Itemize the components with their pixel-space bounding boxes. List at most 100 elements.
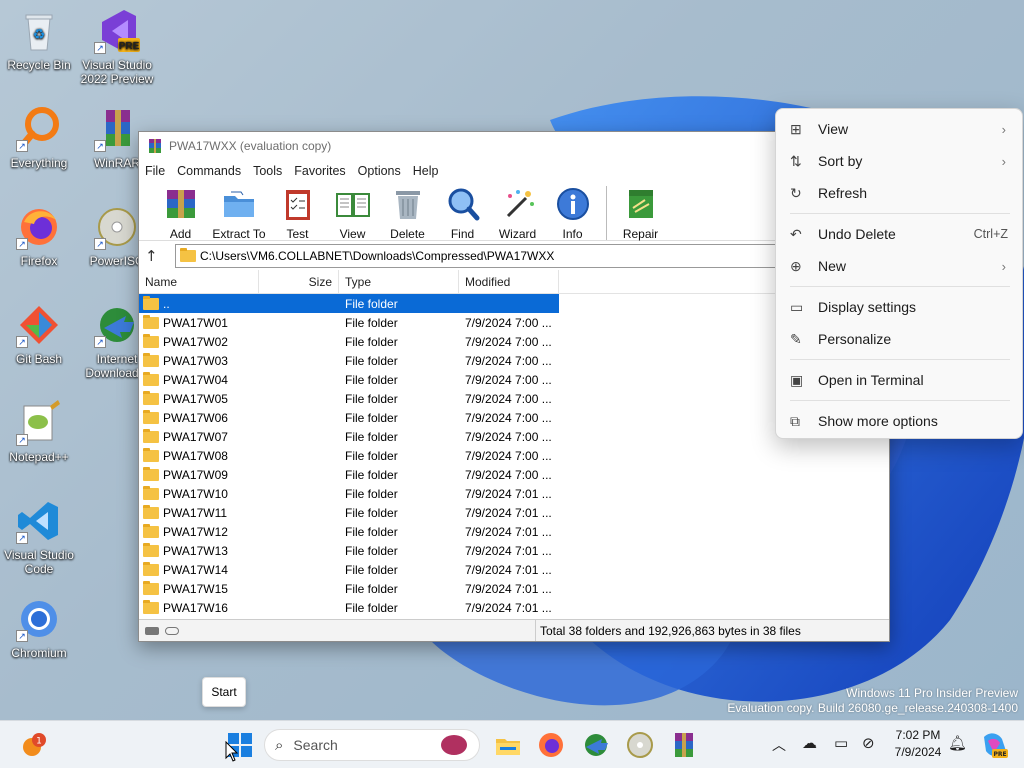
row-type: File folder [345, 334, 398, 349]
row-type: File folder [345, 372, 398, 387]
menu-item-show-more-options[interactable]: ⧉ Show more options [780, 406, 1020, 436]
show-hidden-icons-chevron[interactable]: ︿ [772, 735, 786, 755]
file-row[interactable]: PWA17W13 File folder 7/9/2024 7:01 ... [139, 541, 889, 560]
desktop-icon-visual-studio-preview[interactable]: PRE ↗ Visual Studio 2022 Preview [79, 8, 155, 86]
column-name[interactable]: Name [139, 269, 259, 294]
taskbar-winrar[interactable] [670, 731, 698, 759]
view-button[interactable]: View [325, 186, 380, 241]
row-modified: 7/9/2024 7:00 ... [465, 448, 552, 463]
winrar-app-icon [149, 139, 161, 153]
taskbar-firefox[interactable] [537, 731, 565, 759]
menu-commands[interactable]: Commands [171, 164, 247, 178]
magnifier-icon [448, 188, 479, 221]
folder-icon [143, 466, 159, 481]
poweriso-icon [627, 732, 653, 758]
row-modified: 7/9/2024 7:00 ... [465, 334, 552, 349]
file-row[interactable]: PWA17W11 File folder 7/9/2024 7:01 ... [139, 503, 889, 522]
desktop-icon-notepad-plus-plus[interactable]: ↗ Notepad++ [1, 400, 77, 464]
file-row[interactable]: PWA17W09 File folder 7/9/2024 7:00 ... [139, 465, 889, 484]
pen-icon: ✎ [790, 330, 802, 347]
menu-separator [790, 213, 1010, 214]
menu-item-new[interactable]: ⊕ New › [780, 251, 1020, 281]
file-row[interactable]: PWA17W15 File folder 7/9/2024 7:01 ... [139, 579, 889, 598]
desktop-icon-vscode[interactable]: ↗ Visual Studio Code [1, 498, 77, 576]
row-type: File folder [345, 543, 398, 558]
desktop-icon-everything[interactable]: ↗ Everything [1, 106, 77, 170]
row-name: .. [163, 296, 170, 311]
test-button[interactable]: Test [270, 186, 325, 241]
column-type[interactable]: Type [339, 269, 459, 294]
file-row[interactable]: PWA17W12 File folder 7/9/2024 7:01 ... [139, 522, 889, 541]
menu-item-display-settings[interactable]: ▭ Display settings [780, 292, 1020, 322]
network-icon[interactable]: ☁ [802, 734, 817, 752]
parent-folder-row[interactable]: .. File folder [139, 294, 559, 313]
row-type: File folder [345, 353, 398, 368]
column-modified[interactable]: Modified [459, 269, 559, 294]
menu-help[interactable]: Help [407, 164, 445, 178]
taskbar-clock[interactable]: 7:02 PM 7/9/2024 [888, 727, 948, 761]
notification-bell-icon[interactable]: 🔔︎ [948, 734, 967, 752]
row-modified: 7/9/2024 7:00 ... [465, 372, 552, 387]
extract-folder-icon [224, 191, 254, 217]
extract-to-button[interactable]: Extract To [208, 186, 270, 241]
svg-text:PRE: PRE [993, 751, 1006, 758]
folder-icon [143, 314, 159, 329]
row-name: PWA17W06 [163, 410, 228, 425]
menu-item-view[interactable]: ⊞ View › [780, 114, 1020, 144]
taskbar-idm[interactable] [582, 731, 610, 759]
add-button[interactable]: Add [153, 186, 208, 241]
weather-icon: 1 [23, 733, 46, 756]
file-row[interactable]: PWA17W08 File folder 7/9/2024 7:00 ... [139, 446, 889, 465]
row-modified: 7/9/2024 7:01 ... [465, 505, 552, 520]
file-row[interactable]: PWA17W16 File folder 7/9/2024 7:01 ... [139, 598, 889, 617]
file-row[interactable]: PWA17W10 File folder 7/9/2024 7:01 ... [139, 484, 889, 503]
display-tray-icon[interactable]: ▭ [834, 734, 848, 752]
shortcut-label: Ctrl+Z [973, 227, 1008, 241]
row-name: PWA17W16 [163, 600, 228, 615]
taskbar-poweriso[interactable] [626, 731, 654, 759]
menu-tools[interactable]: Tools [247, 164, 288, 178]
taskbar-file-explorer[interactable] [494, 731, 522, 759]
menu-item-sort-by[interactable]: ⇅ Sort by › [780, 146, 1020, 176]
git-bash-icon: ↗ [16, 302, 62, 348]
display-icon: ▭ [790, 298, 804, 315]
desktop-icon-git-bash[interactable]: ↗ Git Bash [1, 302, 77, 366]
row-name: PWA17W05 [163, 391, 228, 406]
menu-item-personalize[interactable]: ✎ Personalize [780, 324, 1020, 354]
menu-item-refresh[interactable]: ↻ Refresh [780, 178, 1020, 208]
menu-item-undo-delete[interactable]: ↶ Undo Delete Ctrl+Z [780, 219, 1020, 249]
status-text: Total 38 folders and 192,926,863 bytes i… [540, 623, 801, 638]
folder-icon [143, 333, 159, 348]
find-button[interactable]: Find [435, 186, 490, 241]
power-tray-icon[interactable]: ⊘ [862, 734, 875, 752]
folder-icon [143, 599, 159, 614]
repair-button[interactable]: Repair [613, 186, 668, 241]
desktop-icon-chromium[interactable]: ↗ Chromium [1, 596, 77, 660]
row-name: PWA17W11 [163, 505, 228, 520]
column-size[interactable]: Size [259, 269, 339, 294]
menu-item-open-in-terminal[interactable]: ▣ Open in Terminal [780, 365, 1020, 395]
file-row[interactable]: PWA17W14 File folder 7/9/2024 7:01 ... [139, 560, 889, 579]
row-type: File folder [345, 505, 398, 520]
svg-text:1: 1 [36, 737, 42, 747]
menu-favorites[interactable]: Favorites [288, 164, 351, 178]
folder-icon [143, 485, 159, 500]
desktop-icon-firefox[interactable]: ↗ Firefox [1, 204, 77, 268]
row-name: PWA17W10 [163, 486, 228, 501]
menu-file[interactable]: File [139, 164, 171, 178]
delete-button[interactable]: Delete [380, 186, 435, 241]
row-name: PWA17W12 [163, 524, 228, 539]
up-arrow-icon[interactable]: ↑ [145, 247, 175, 265]
info-button[interactable]: Info [545, 186, 600, 241]
menu-options[interactable]: Options [352, 164, 407, 178]
desktop-context-menu: ⊞ View › ⇅ Sort by › ↻ Refresh ↶ Undo De… [775, 108, 1023, 439]
svg-text:♻: ♻ [33, 26, 46, 42]
copilot-icon: PRE [984, 733, 1008, 758]
desktop-icon-recycle-bin[interactable]: ♻ Recycle Bin [1, 8, 77, 72]
copilot-button[interactable]: PRE [980, 731, 1008, 759]
taskbar-search[interactable]: ⌕ Search [264, 729, 480, 761]
wizard-button[interactable]: Wizard [490, 186, 545, 241]
row-modified: 7/9/2024 7:00 ... [465, 410, 552, 425]
weather-widget[interactable]: 1 [20, 731, 48, 759]
chevron-right-icon: › [1001, 121, 1006, 137]
